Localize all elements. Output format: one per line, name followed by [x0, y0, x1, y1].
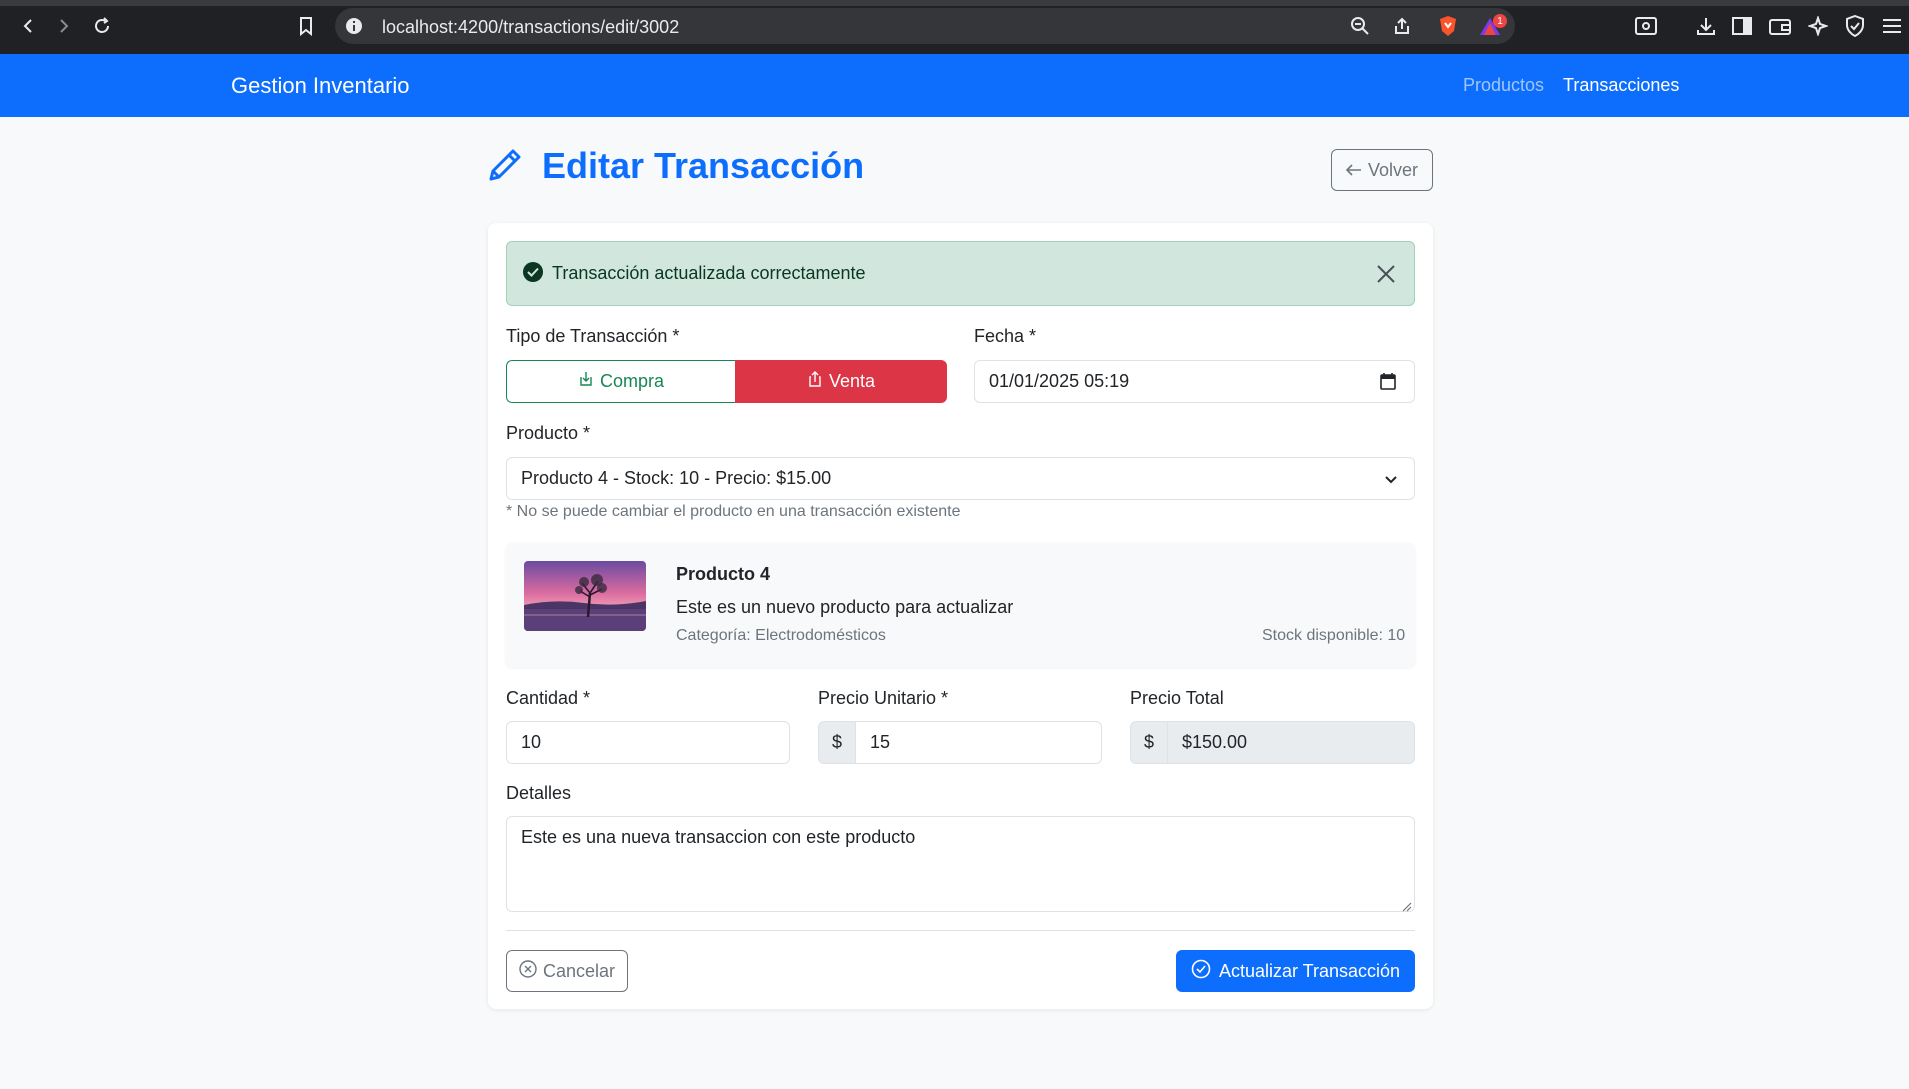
product-card-category: Categoría: Electrodomésticos	[676, 627, 886, 644]
nav-link-productos[interactable]: Productos	[1463, 75, 1544, 96]
quantity-label: Cantidad *	[506, 688, 591, 708]
cancel-button-label: Cancelar	[542, 960, 616, 981]
update-transaction-button[interactable]: Actualizar Transacción	[1176, 950, 1415, 992]
page-title: Editar Transacción	[542, 145, 865, 186]
pencil-icon	[485, 145, 525, 190]
product-image	[524, 561, 646, 631]
arrow-left-icon	[1345, 160, 1362, 181]
navbar-brand[interactable]: Gestion Inventario	[231, 73, 410, 99]
product-note: * No se puede cambiar el producto en una…	[506, 503, 961, 520]
product-card-stock: Stock disponible: 10	[1262, 627, 1406, 644]
back-nav-icon[interactable]	[14, 12, 42, 40]
unit-price-input[interactable]: 15	[855, 721, 1102, 764]
total-price-input: $150.00	[1167, 721, 1415, 764]
notification-badge: 1	[1493, 14, 1507, 28]
product-card-name: Producto 4	[676, 564, 771, 584]
back-button[interactable]: Volver	[1331, 149, 1433, 191]
total-price-currency: $	[1130, 721, 1168, 764]
details-value: Este es una nueva transaccion con este p…	[521, 827, 916, 847]
quantity-value: 10	[521, 732, 542, 752]
x-circle-icon	[519, 959, 537, 983]
total-price-value: $150.00	[1182, 732, 1248, 752]
check-circle-icon	[1191, 959, 1211, 984]
form-divider	[506, 930, 1415, 931]
reload-icon[interactable]	[88, 12, 116, 40]
date-value: 01/01/2025 05:19	[989, 371, 1130, 391]
details-label: Detalles	[506, 783, 572, 803]
transaction-type-label: Tipo de Transacción *	[506, 326, 680, 346]
menu-icon[interactable]	[1878, 12, 1906, 40]
date-input[interactable]: 01/01/2025 05:19	[974, 360, 1415, 403]
unit-price-label: Precio Unitario *	[818, 688, 949, 708]
type-venta-button[interactable]: Venta	[735, 360, 947, 403]
site-info-icon[interactable]	[340, 12, 368, 40]
download-icon[interactable]	[1692, 12, 1720, 40]
calendar-icon[interactable]	[1380, 372, 1396, 395]
unit-price-value: 15	[870, 732, 891, 752]
bookmark-icon[interactable]	[292, 12, 320, 40]
details-textarea[interactable]: Este es una nueva transaccion con este p…	[506, 816, 1415, 912]
product-label: Producto *	[506, 423, 591, 443]
date-label: Fecha *	[974, 326, 1037, 346]
url-text[interactable]: localhost:4200/transactions/edit/3002	[382, 17, 679, 38]
type-compra-button[interactable]: Compra	[506, 360, 735, 403]
box-arrow-in-icon	[578, 371, 594, 392]
screenshot-icon[interactable]	[1632, 12, 1660, 40]
type-compra-label: Compra	[599, 371, 665, 391]
unit-price-currency: $	[818, 721, 856, 764]
share-icon[interactable]	[1388, 12, 1416, 40]
resize-handle-icon[interactable]	[1402, 899, 1412, 917]
update-button-label: Actualizar Transacción	[1218, 960, 1401, 981]
wallet-icon[interactable]	[1766, 12, 1794, 40]
vpn-icon[interactable]	[1841, 12, 1869, 40]
product-card-description: Este es un nuevo producto para actualiza…	[676, 597, 1014, 617]
chevron-down-icon	[1384, 472, 1398, 490]
alert-message: Transacción actualizada correctamente	[552, 263, 866, 283]
close-icon[interactable]	[1374, 262, 1398, 286]
zoom-icon[interactable]	[1346, 12, 1374, 40]
sidebar-icon[interactable]	[1728, 12, 1756, 40]
product-select[interactable]: Producto 4 - Stock: 10 - Precio: $15.00	[506, 457, 1415, 500]
brave-shields-icon[interactable]	[1434, 12, 1462, 40]
check-circle-icon	[523, 262, 543, 282]
total-price-label: Precio Total	[1130, 688, 1224, 708]
back-button-label: Volver	[1367, 159, 1419, 180]
cancel-button[interactable]: Cancelar	[506, 950, 628, 992]
box-arrow-up-icon	[807, 371, 823, 392]
nav-link-transacciones[interactable]: Transacciones	[1563, 75, 1679, 96]
product-select-value: Producto 4 - Stock: 10 - Precio: $15.00	[521, 468, 832, 488]
quantity-input[interactable]: 10	[506, 721, 790, 764]
leo-ai-icon[interactable]	[1804, 12, 1832, 40]
forward-nav-icon[interactable]	[50, 12, 78, 40]
type-venta-label: Venta	[828, 371, 876, 391]
